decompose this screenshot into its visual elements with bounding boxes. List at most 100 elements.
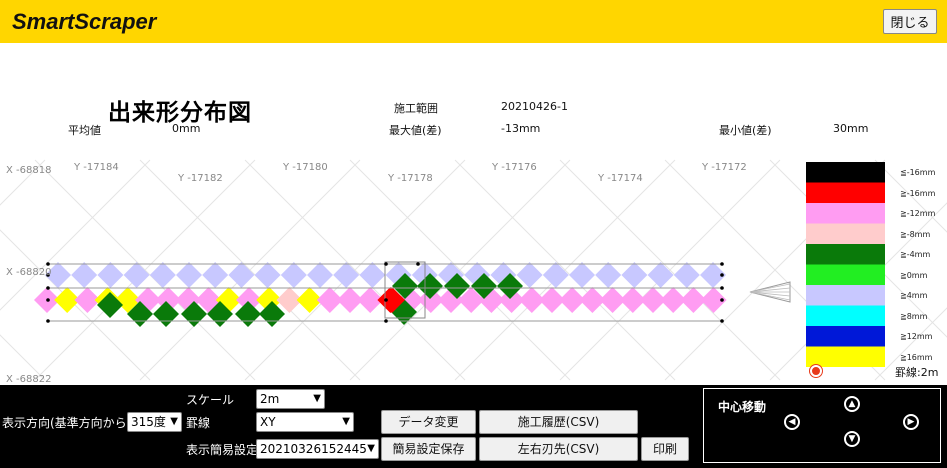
strip-point [384,319,388,323]
map-cell [542,262,569,288]
preset-select[interactable]: 20210326152445 ▼ [256,439,379,459]
grid-x-label: X -68818 [6,165,52,176]
strip-point [720,273,724,277]
grid-y-label: Y -17172 [702,162,747,173]
blade-csv-button[interactable]: 左右刃先(CSV) [479,437,638,461]
map-cell [595,262,622,288]
data-change-button[interactable]: データ変更 [381,410,476,434]
map-cell [280,262,307,288]
legend-label: ≧-16mm [900,188,936,198]
center-move-panel: 中心移動 ▲ ◀ ▶ ▼ [703,388,941,463]
avg-label: 平均値 [68,124,101,137]
grid-y-label: Y -17178 [388,173,433,184]
strip-point [46,286,50,290]
app-logo: SmartScraper [12,9,157,34]
legend-label: ≧-8mm [900,229,931,239]
save-preset-button[interactable]: 簡易設定保存 [381,437,476,461]
map-cell [149,262,176,288]
strip-point [720,262,724,266]
legend-label: ≧12mm [900,332,933,341]
range-value: 20210426-1 [501,100,568,113]
legend-swatch [806,264,885,285]
max-label: 最大値(差) [389,124,442,137]
legend-swatch [806,305,885,326]
chevron-up-icon[interactable]: ▲ [844,396,860,412]
avg-value: 0mm [172,122,201,135]
legend-swatch [806,203,885,224]
map-cell [333,262,360,288]
strip-point [720,319,724,323]
grid-spacing-note: 罫線:2m [895,366,939,379]
strip-point [384,298,388,302]
chevron-down-icon: ▼ [367,443,375,454]
min-value: 30mm [833,122,869,135]
legend-label: ≧4mm [900,291,928,300]
grid-y-label: Y -17176 [492,162,537,173]
legend-label: ≧16mm [900,352,933,362]
chevron-down-icon: ▼ [342,416,350,427]
history-csv-button[interactable]: 施工履歴(CSV) [479,410,638,434]
strip-point [46,298,50,302]
map-cell [621,262,648,288]
center-move-label: 中心移動 [718,400,767,414]
app-header: SmartScraper 閉じる [0,0,947,43]
app-window: SmartScraper 閉じる 出来形分布図 施工範囲 20210426-1 … [0,0,947,468]
strip-point [416,262,420,266]
map-cell [202,262,229,288]
range-label: 施工範囲 [394,102,438,115]
map-cell [71,262,98,288]
direction-label: 表示方向(基準方向から) [2,416,132,430]
preset-label: 表示簡易設定 [186,443,259,457]
map-cell [569,262,595,288]
map-cell [228,262,255,288]
legend-label: ≧-12mm [900,209,936,218]
legend-label: ≧0mm [900,270,928,280]
map-cell [307,262,333,288]
direction-arrow-line [749,291,791,301]
direction-select[interactable]: 315度 ▼ [127,412,182,432]
chevron-left-icon[interactable]: ◀ [784,414,800,430]
grid-x-label: X -68822 [6,374,52,385]
strip-point [46,262,50,266]
legend-swatch [806,223,885,244]
direction-arrow-line [749,283,791,293]
grid-y-label: Y -17182 [178,173,223,184]
legend-swatch [806,162,885,183]
chevron-down-icon: ▼ [170,416,178,427]
map-cell [673,262,700,288]
target-icon[interactable] [810,365,822,377]
map-cell [359,262,386,288]
map-cell [254,262,281,288]
chevron-right-icon[interactable]: ▶ [903,414,919,430]
grid-line-select[interactable]: XY ▼ [256,412,354,432]
grid-y-label: Y -17180 [283,162,328,173]
legend-label: ≧-4mm [900,250,931,259]
strip-point [384,262,388,266]
grid-x-label: X -68820 [6,267,52,278]
legend-label: ≦-16mm [900,168,936,177]
legend-swatch [806,285,885,306]
legend-swatch [806,346,885,367]
scale-select[interactable]: 2m ▼ [256,389,325,409]
strip-point [720,298,724,302]
grid-y-label: Y -17174 [598,173,643,184]
chevron-down-icon[interactable]: ▼ [844,431,860,447]
min-label: 最小値(差) [719,124,772,137]
strip-point [720,286,724,290]
legend-swatch [806,244,885,265]
map-cell [647,262,674,288]
map-cell [97,262,124,288]
distribution-map: 出来形分布図 施工範囲 20210426-1 平均値 0mm 最大値(差) -1… [0,43,947,385]
legend-label: ≧8mm [900,311,928,321]
max-value: -13mm [501,122,541,135]
legend-swatch [806,182,885,203]
print-button[interactable]: 印刷 [641,437,689,461]
grid-line-label: 罫線 [186,416,211,430]
chevron-down-icon: ▼ [313,393,321,404]
scale-label: スケール [186,393,235,407]
map-cell [176,262,202,288]
close-button[interactable]: 閉じる [883,9,937,34]
legend-swatch [806,326,885,347]
strip-point [46,319,50,323]
map-cell [123,262,150,288]
